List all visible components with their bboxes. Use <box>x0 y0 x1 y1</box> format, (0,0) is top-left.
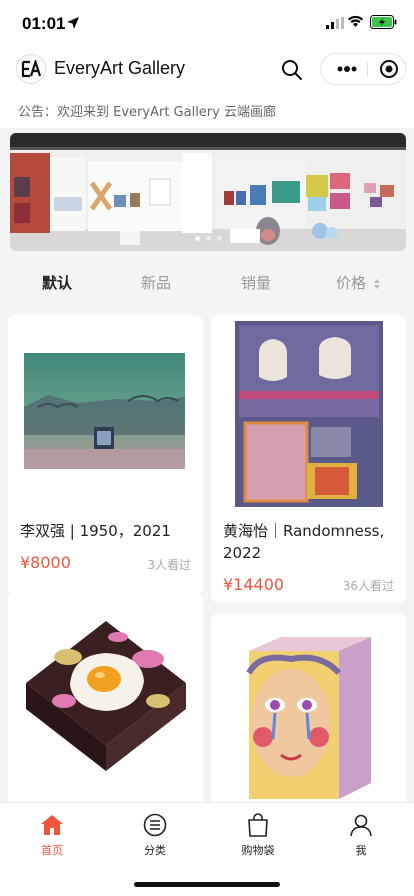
sort-tab-label: 新品 <box>141 274 172 292</box>
close-button[interactable] <box>373 54 405 84</box>
tab-me[interactable]: 我 <box>321 811 401 858</box>
product-image <box>8 315 203 515</box>
logo-icon <box>21 60 41 78</box>
location-arrow-icon <box>67 17 79 29</box>
signal-icon <box>326 17 344 29</box>
wifi-icon <box>348 15 363 27</box>
product-price: ¥8000 <box>20 553 71 572</box>
sort-tab-label: 价格 <box>336 274 367 292</box>
tab-label: 分类 <box>144 844 166 857</box>
more-dots-icon <box>337 66 357 72</box>
product-price: ¥14400 <box>223 575 285 594</box>
product-card[interactable]: 李双强 | 1950，2021 ¥8000 3人看过 <box>8 315 203 595</box>
miniprogram-capsule <box>320 53 406 85</box>
sort-tab-default[interactable]: 默认 <box>42 272 72 293</box>
sort-tab-label: 默认 <box>42 274 73 292</box>
sort-tab-sales[interactable]: 销量 <box>241 272 271 293</box>
tab-shopping-bag[interactable]: 购物袋 <box>218 811 298 858</box>
home-indicator <box>134 882 280 887</box>
search-icon[interactable] <box>280 58 304 82</box>
home-icon <box>41 815 63 835</box>
bag-icon <box>248 813 268 837</box>
user-icon <box>350 814 372 837</box>
tab-label: 首页 <box>41 844 63 857</box>
banner-dot[interactable] <box>194 236 200 241</box>
product-card[interactable] <box>8 593 203 813</box>
sort-tab-new[interactable]: 新品 <box>141 272 171 293</box>
product-title: 黄海怡｜Randomness, 2022 <box>223 522 385 562</box>
capsule-divider <box>367 62 368 77</box>
banner-carousel[interactable] <box>10 133 406 251</box>
tab-label: 购物袋 <box>241 844 275 857</box>
sort-arrows-icon <box>373 278 380 289</box>
tab-category[interactable]: 分类 <box>115 811 195 858</box>
product-image <box>8 593 203 793</box>
banner-pagination <box>10 236 406 241</box>
product-card[interactable]: 黄海怡｜Randomness, 2022 ¥14400 36人看过 <box>211 315 406 603</box>
product-card[interactable] <box>211 613 406 813</box>
tab-home[interactable]: 首页 <box>12 811 92 858</box>
sort-tabs: 默认 新品 销量 价格 <box>0 262 414 304</box>
status-time: 01:01 <box>22 14 66 33</box>
app-title: EveryArt Gallery <box>54 58 186 78</box>
more-button[interactable] <box>331 54 363 84</box>
gallery-banner-image <box>10 133 406 251</box>
status-bar: 01:01 <box>0 0 414 48</box>
sort-tab-price[interactable]: 价格 <box>336 272 380 293</box>
banner-dot[interactable] <box>216 236 222 241</box>
list-icon <box>143 813 167 837</box>
sort-tab-label: 销量 <box>241 274 272 292</box>
battery-icon <box>370 15 397 29</box>
app-header: EveryArt Gallery <box>0 48 414 96</box>
tab-label: 我 <box>355 844 367 857</box>
banner-dot[interactable] <box>205 236 211 241</box>
product-views: 36人看过 <box>342 579 394 593</box>
notice-text: 公告：欢迎来到 EveryArt Gallery 云端画廊 <box>18 105 276 120</box>
target-close-icon <box>380 60 398 78</box>
product-title: 李双强 | 1950，2021 <box>20 522 171 540</box>
app-logo <box>16 54 46 84</box>
product-image <box>211 315 406 515</box>
product-image <box>211 613 406 803</box>
notice-bar: 公告：欢迎来到 EveryArt Gallery 云端画廊 <box>0 96 414 128</box>
product-views: 3人看过 <box>147 558 191 572</box>
